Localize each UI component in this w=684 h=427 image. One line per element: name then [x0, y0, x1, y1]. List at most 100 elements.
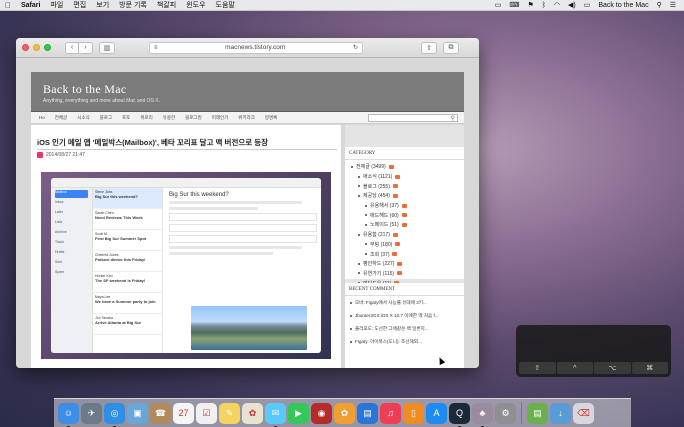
share-button[interactable]: ⇧: [421, 41, 437, 54]
back-button[interactable]: ‹: [65, 41, 79, 54]
category-item[interactable]: 유용해서 (37): [345, 201, 464, 211]
flag-icon[interactable]: ⚑: [523, 1, 537, 9]
category-item[interactable]: 블로그 (255): [345, 181, 464, 191]
category-item[interactable]: 부팅 (180): [345, 240, 464, 250]
nav-link[interactable]: 시소식: [77, 115, 89, 121]
dock-app-store-icon[interactable]: A: [426, 402, 447, 424]
dock-launchpad-icon[interactable]: ✈: [81, 402, 102, 424]
blog-search-input[interactable]: ⚲: [368, 114, 458, 122]
battery-icon[interactable]: ▭: [580, 1, 595, 9]
nav-link[interactable]: 전체글: [55, 115, 67, 121]
menu-window[interactable]: 윈도우: [181, 0, 210, 10]
apple-menu-icon[interactable]: : [0, 1, 16, 10]
comment-item[interactable]: 모바: Figaty에서 사능롤 유대에 3키...: [345, 296, 464, 309]
nav-link[interactable]: Ho: [39, 115, 45, 120]
category-item[interactable]: 애소식 (1121): [345, 172, 464, 182]
menu-view[interactable]: 보기: [91, 0, 114, 10]
category-item[interactable]: 전체글 (3499): [345, 162, 464, 172]
keyboard-icon[interactable]: ⌨: [505, 1, 523, 9]
nav-link[interactable]: 방명록: [265, 115, 277, 121]
show-tabs-button[interactable]: ⧉: [443, 41, 459, 54]
rss-icon[interactable]: [388, 164, 394, 169]
rss-icon[interactable]: [395, 242, 401, 247]
dock-finder-icon[interactable]: ☺: [58, 402, 79, 427]
wifi-icon[interactable]: ◠: [550, 1, 564, 9]
blog-subtitle: Anything, everything and more about Mac …: [43, 98, 161, 104]
menu-help[interactable]: 도움말: [211, 0, 240, 10]
category-item[interactable]: 애드해드 (60): [345, 210, 464, 220]
category-item[interactable]: 제공당 (454): [345, 191, 464, 201]
address-bar[interactable]: ≡ macnews.tistory.com ↻: [149, 41, 363, 54]
forward-button[interactable]: ›: [79, 41, 93, 54]
menu-bookmarks[interactable]: 책갈피: [152, 0, 181, 10]
dock-trash-icon[interactable]: ⌫: [573, 402, 594, 424]
dock-photos-icon[interactable]: ✿: [242, 402, 263, 424]
dock-documents-icon[interactable]: ▤: [527, 402, 548, 424]
dock-itunes-icon[interactable]: ♫: [380, 402, 401, 424]
category-item[interactable]: 노메이드 (51): [345, 220, 464, 230]
post-title[interactable]: iOS 인기 메일 앱 '메일박스(Mailbox)', 베타 꼬리표 달고 맥…: [37, 137, 268, 148]
nav-link[interactable]: 블로그: [100, 115, 112, 121]
rss-icon[interactable]: [395, 174, 401, 179]
zoom-button[interactable]: [44, 44, 51, 51]
dock-facetime-icon[interactable]: ▶: [288, 402, 309, 424]
menu-edit[interactable]: 편집: [68, 0, 91, 10]
rss-icon[interactable]: [392, 232, 398, 237]
volume-icon[interactable]: ◀): [564, 1, 580, 9]
dock-ibooks-icon[interactable]: ▯: [403, 402, 424, 424]
rss-icon[interactable]: [401, 222, 407, 227]
dock-quicktime-icon[interactable]: Q: [449, 402, 470, 427]
category-item[interactable]: 유연가기 (115): [345, 269, 464, 279]
menu-history[interactable]: 방문 기록: [114, 0, 152, 10]
recent-comment-box: RECENT COMMENT 모바: Figaty에서 사능롤 유대에 3키..…: [345, 283, 464, 368]
menu-file[interactable]: 파일: [45, 0, 68, 10]
blog-title[interactable]: Back to the Mac: [43, 82, 126, 97]
nav-link[interactable]: 블로그킹: [185, 115, 202, 121]
rss-icon[interactable]: [397, 261, 403, 266]
category-heading: CATEGORY: [345, 147, 464, 160]
rss-icon[interactable]: [392, 184, 398, 189]
minimize-button[interactable]: [33, 44, 40, 51]
category-item[interactable]: 유용함 (217): [345, 230, 464, 240]
rss-icon[interactable]: [397, 271, 403, 276]
comment-item[interactable]: Figaty: 아이북스(도니): 조선해외...: [345, 335, 464, 348]
notification-center-icon[interactable]: ☰: [666, 1, 680, 9]
sidebar-button[interactable]: ▥: [99, 41, 115, 54]
nav-link[interactable]: 유용한: [163, 115, 175, 121]
reload-icon[interactable]: ↻: [353, 44, 358, 51]
dock-downloads-icon[interactable]: ↓: [550, 402, 571, 424]
user-name[interactable]: Back to the Mac: [594, 2, 652, 9]
category-item[interactable]: 평안하드 (227): [345, 259, 464, 269]
nav-link[interactable]: 미래인기: [212, 115, 229, 121]
comment-item[interactable]: Jbunter3GS:iOS X 10.7 이에한 맥 처음 f...: [345, 309, 464, 322]
comment-item[interactable]: 플리포도: 도선한 그애같은 백 일론지...: [345, 322, 464, 335]
dock-iphoto-icon[interactable]: ✿: [334, 402, 355, 424]
nav-link[interactable]: 포토: [122, 115, 130, 121]
search-icon[interactable]: ⚲: [653, 1, 666, 9]
category-item[interactable]: 조회 (37): [345, 249, 464, 259]
rss-icon[interactable]: [401, 213, 407, 218]
dock-contacts-icon[interactable]: ☎: [150, 402, 171, 424]
dock-messages-icon[interactable]: ✉: [265, 402, 286, 427]
post-image[interactable]: Mailbox Inbox Later Lists Archive Trash …: [41, 172, 331, 359]
airplay-icon[interactable]: ▭: [491, 1, 506, 9]
nav-link[interactable]: 위로리: [140, 115, 152, 121]
bluetooth-icon[interactable]: ᛒ: [538, 2, 550, 9]
dock-keynote-icon[interactable]: ▤: [357, 402, 378, 424]
dock-notes-icon[interactable]: ✎: [219, 402, 240, 424]
status-area: ▭ ⌨ ⚑ ᛒ ◠ ◀) ▭ Back to the Mac ⚲ ☰: [491, 1, 684, 10]
dock-safari-icon[interactable]: ◎: [104, 402, 125, 427]
nav-link[interactable]: 위키리크: [238, 115, 255, 121]
close-button[interactable]: [22, 44, 29, 51]
dock-preview-icon[interactable]: ▣: [127, 402, 148, 424]
dock-calendar-icon[interactable]: 27: [173, 402, 194, 424]
menu-app[interactable]: Safari: [16, 2, 45, 9]
rss-icon[interactable]: [392, 193, 398, 198]
rss-icon[interactable]: [392, 252, 398, 257]
rss-icon[interactable]: [401, 203, 407, 208]
dock-reminders-icon[interactable]: ☑: [196, 402, 217, 424]
dock-system-preferences-icon[interactable]: ⚙: [495, 402, 516, 424]
dock-photo-booth-icon[interactable]: ◉: [311, 402, 332, 424]
search-icon[interactable]: ⚲: [451, 115, 455, 122]
dock-mac-tips-icon[interactable]: ♣: [472, 402, 493, 427]
